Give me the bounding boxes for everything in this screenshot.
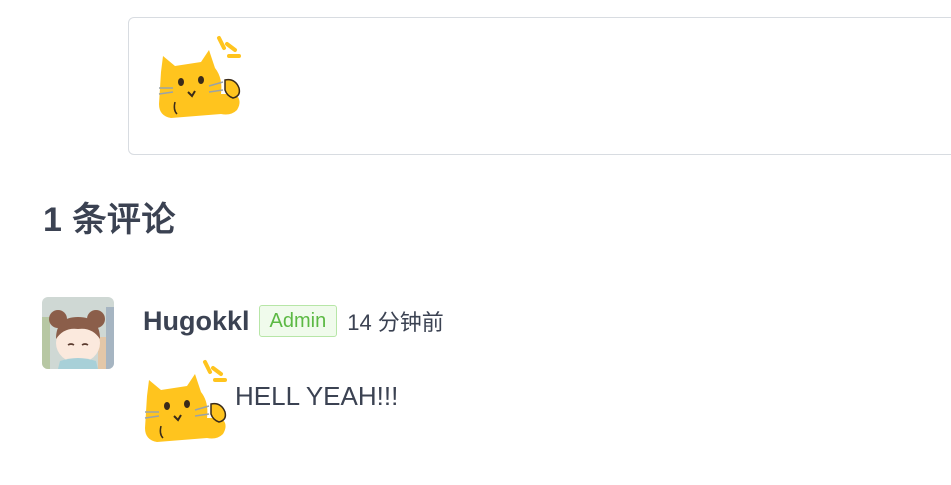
comment-input-box[interactable] [128,17,951,155]
comment-author[interactable]: Hugokkl [143,306,250,337]
comments-count-title: 1 条评论 [43,201,176,239]
comment-body: HELL YEAH!!! [143,358,398,444]
cat-alert-emoji [143,358,233,444]
user-avatar[interactable] [42,297,114,369]
admin-badge: Admin [258,305,338,337]
comment-header: Hugokkl Admin 14 分钟前 [143,303,444,339]
comment-text: HELL YEAH!!! [235,380,399,411]
comment-timestamp: 14 分钟前 [347,310,444,335]
page: 1 条评论 Hugokkl Admin 14 分钟前 HELL YEAH!!! [0,0,951,485]
cat-alert-emoji [157,34,247,120]
